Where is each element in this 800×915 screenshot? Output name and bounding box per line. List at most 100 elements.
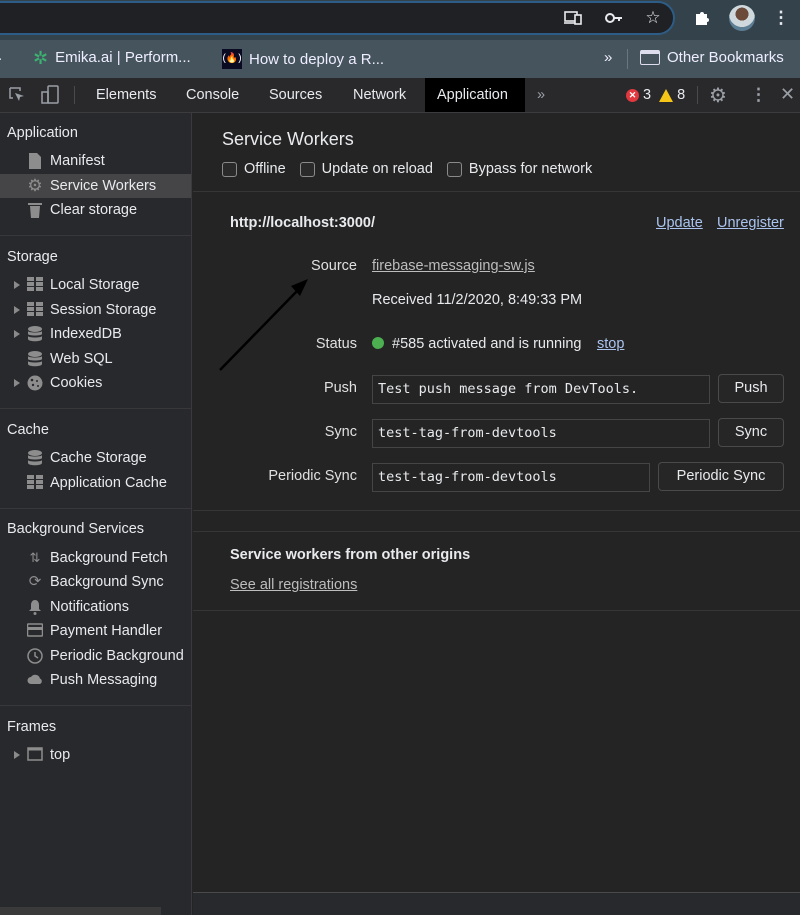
sidebar-item-frame-top[interactable]: top [0, 743, 191, 767]
folder-icon [640, 50, 660, 65]
status-running-indicator [372, 337, 384, 349]
settings-gear-icon[interactable]: ⚙ [709, 83, 727, 108]
cast-device-icon[interactable] [563, 8, 583, 28]
bookmark-emika[interactable]: ✲ Emika.ai | Perform... [33, 47, 191, 68]
gear-icon: ⚙ [27, 176, 43, 195]
sidebar-item-periodic-background[interactable]: Periodic Background [0, 644, 191, 668]
page-title: Service Workers [222, 129, 354, 149]
bookmarks-overflow-button[interactable]: » [604, 49, 612, 66]
sidebar-item-payment-handler[interactable]: Payment Handler [0, 619, 191, 643]
tab-elements[interactable]: Elements [84, 78, 168, 112]
sidebar-item-cache-storage[interactable]: Cache Storage [0, 446, 191, 470]
push-label: Push [323, 380, 357, 396]
grid-icon [27, 475, 43, 491]
update-on-reload-checkbox[interactable] [299, 161, 315, 177]
periodic-sync-tag-input[interactable]: test-tag-from-devtools [372, 463, 650, 492]
inspect-element-icon[interactable] [8, 86, 26, 104]
devtools-menu-icon[interactable]: ⋮ [750, 85, 767, 105]
bypass-for-network-label: Bypass for network [468, 161, 593, 177]
section-title-storage: Storage [7, 249, 58, 265]
section-divider [193, 610, 800, 611]
tab-network[interactable]: Network [341, 78, 418, 112]
offline-checkbox[interactable] [222, 161, 237, 177]
expand-arrow-icon[interactable] [14, 751, 20, 759]
sidebar-item-background-fetch[interactable]: ⇅ Background Fetch [0, 546, 191, 570]
unregister-link[interactable]: Unregister [717, 215, 784, 231]
avatar[interactable] [729, 5, 755, 31]
database-icon [27, 450, 43, 466]
freecodecamp-logo-icon: (🔥) [222, 49, 242, 69]
bookmarks-bar: . ✲ Emika.ai | Perform... (🔥) How to dep… [0, 40, 800, 78]
issues-counter[interactable]: ✕ 3 8 [626, 87, 685, 103]
sidebar-item-session-storage[interactable]: Session Storage [0, 298, 191, 322]
tab-console[interactable]: Console [174, 78, 251, 112]
database-icon [27, 326, 43, 342]
bell-icon [27, 599, 43, 615]
devtools-toolbar: Elements Console Sources Network Applica… [0, 78, 800, 113]
stop-link[interactable]: stop [597, 336, 624, 352]
grid-icon [27, 302, 43, 318]
more-tabs-button[interactable]: » [525, 78, 557, 112]
sidebar-item-manifest[interactable]: Manifest [0, 149, 191, 173]
frame-icon [27, 747, 43, 763]
extensions-icon[interactable] [692, 8, 712, 28]
status-value: #585 activated and is running [372, 336, 581, 352]
sidebar-item-service-workers[interactable]: ⚙ Service Workers [0, 174, 191, 198]
sidebar-item-indexeddb[interactable]: IndexedDB [0, 322, 191, 346]
status-text: #585 activated and is running [392, 336, 582, 352]
expand-arrow-icon[interactable] [14, 330, 20, 338]
star-icon[interactable]: ☆ [643, 8, 663, 28]
arrows-updown-icon: ⇅ [29, 550, 41, 565]
sidebar-item-notifications[interactable]: Notifications [0, 595, 191, 619]
expand-arrow-icon[interactable] [14, 281, 20, 289]
bypass-for-network-checkbox[interactable] [446, 161, 462, 177]
section-title-application: Application [7, 125, 78, 141]
sidebar-item-background-sync[interactable]: ⟳ Background Sync [0, 570, 191, 594]
file-icon [27, 153, 43, 169]
update-on-reload-label: Update on reload [321, 161, 433, 177]
bookmark-how-to-deploy[interactable]: (🔥) How to deploy a R... [222, 49, 384, 69]
sidebar-horizontal-scrollbar[interactable] [0, 907, 161, 915]
application-sidebar: Application Manifest ⚙ Service Workers C… [0, 113, 192, 915]
sidebar-item-application-cache[interactable]: Application Cache [0, 471, 191, 495]
received-timestamp: Received 11/2/2020, 8:49:33 PM [372, 292, 583, 308]
browser-toolbar: ☆ ⋮ [0, 0, 800, 40]
expand-arrow-icon[interactable] [14, 306, 20, 314]
sidebar-item-local-storage[interactable]: Local Storage [0, 273, 191, 297]
error-count: 3 [643, 87, 652, 103]
sidebar-item-push-messaging[interactable]: Push Messaging [0, 668, 191, 692]
close-devtools-icon[interactable]: ✕ [780, 84, 795, 105]
bookmark-truncated[interactable]: . [0, 47, 2, 64]
sidebar-item-cookies[interactable]: Cookies [0, 371, 191, 395]
toolbar-divider [697, 86, 698, 104]
warning-icon [659, 88, 674, 102]
more-icon[interactable]: ⋮ [771, 8, 791, 28]
tab-application[interactable]: Application [425, 78, 525, 112]
periodic-sync-button[interactable]: Periodic Sync [658, 462, 784, 491]
origin-url: http://localhost:3000/ [230, 215, 376, 231]
emika-logo-icon: ✲ [33, 47, 49, 68]
push-button[interactable]: Push [718, 374, 784, 403]
sync-button[interactable]: Sync [718, 418, 784, 447]
device-toolbar-icon[interactable] [40, 85, 60, 105]
see-all-registrations-link[interactable]: See all registrations [230, 577, 357, 593]
other-bookmarks-folder[interactable]: Other Bookmarks [640, 49, 784, 66]
periodic-sync-label: Periodic Sync [268, 468, 357, 484]
sidebar-item-web-sql[interactable]: Web SQL [0, 347, 191, 371]
update-link[interactable]: Update [656, 215, 703, 231]
trash-icon [27, 202, 43, 218]
cookie-icon [27, 375, 43, 391]
section-divider [0, 235, 191, 236]
push-message-input[interactable]: Test push message from DevTools. [372, 375, 710, 404]
sidebar-item-clear-storage[interactable]: Clear storage [0, 198, 191, 222]
sync-tag-input[interactable]: test-tag-from-devtools [372, 419, 710, 448]
options-row: Offline Update on reload Bypass for netw… [222, 161, 606, 177]
section-title-frames: Frames [7, 719, 57, 735]
key-icon[interactable] [604, 8, 624, 28]
warning-count: 8 [677, 87, 686, 103]
section-divider [0, 508, 191, 509]
tab-sources[interactable]: Sources [257, 78, 334, 112]
source-file-link[interactable]: firebase-messaging-sw.js [372, 258, 535, 274]
section-divider [193, 191, 800, 192]
expand-arrow-icon[interactable] [14, 379, 20, 387]
